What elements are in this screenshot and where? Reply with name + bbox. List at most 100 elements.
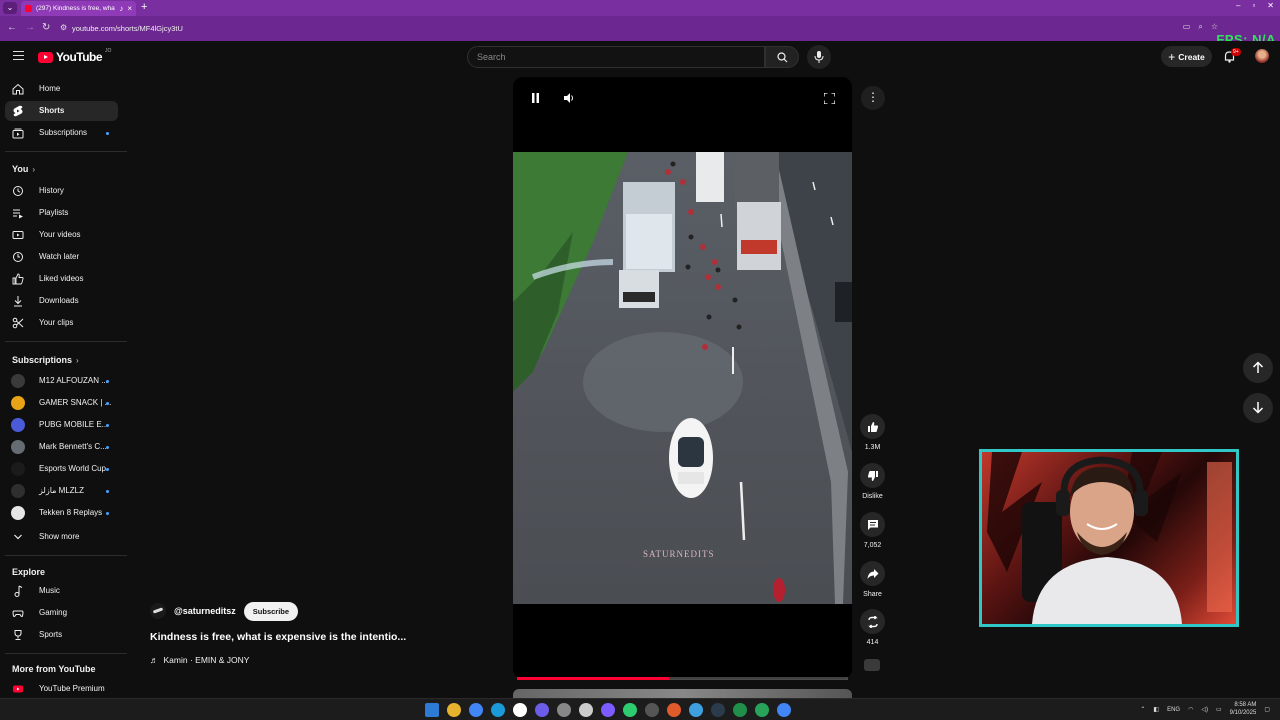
search-button[interactable] — [765, 46, 799, 68]
sound-thumbnail[interactable] — [864, 659, 880, 671]
minimize-icon[interactable]: – — [1236, 1, 1240, 10]
sidebar-item-subscription[interactable]: Esports World Cup — [5, 459, 118, 479]
channel-handle[interactable]: @saturneditsz — [174, 606, 236, 616]
sidebar-item-subscription[interactable]: مازلز MLZLZ — [5, 481, 118, 501]
next-short-button[interactable] — [1243, 393, 1273, 423]
sidebar-item-downloads[interactable]: Downloads — [5, 291, 118, 311]
shorts-player[interactable]: SATURNEDITS — [513, 77, 852, 679]
sidebar-item-your-videos[interactable]: Your videos — [5, 225, 118, 245]
short-title[interactable]: Kindness is free, what is expensive is t… — [150, 631, 406, 643]
sidebar-item-subscription[interactable]: M12 ALFOUZAN ... — [5, 371, 118, 391]
sidebar-item-youtube-premium[interactable]: YouTube Premium — [5, 679, 118, 699]
more-options-button[interactable]: ⋮ — [861, 86, 885, 110]
sidebar-item-label: Mark Bennett's C... — [39, 442, 107, 451]
create-button[interactable]: + Create — [1161, 46, 1212, 67]
menu-icon[interactable] — [13, 51, 24, 60]
youtube-premium-icon — [13, 685, 23, 693]
share-button[interactable]: Share — [860, 561, 885, 598]
sidebar-item-subscription[interactable]: PUBG MOBILE E... — [5, 415, 118, 435]
sidebar-item-home[interactable]: Home — [5, 79, 118, 99]
close-window-icon[interactable]: ✕ — [1267, 1, 1274, 10]
taskbar-app-icon[interactable] — [601, 703, 615, 717]
new-content-dot — [106, 468, 109, 471]
tray-chevron-icon[interactable]: ⌃ — [1140, 706, 1145, 713]
you-section-header[interactable]: You › — [12, 164, 35, 174]
show-more-button[interactable]: Show more — [5, 527, 118, 547]
previous-short-button[interactable] — [1243, 353, 1273, 383]
sidebar-item-history[interactable]: History — [5, 181, 118, 201]
tray-app-icon[interactable]: ◧ — [1153, 706, 1159, 713]
subscriptions-section-header[interactable]: Subscriptions › — [12, 355, 79, 365]
clock[interactable]: 8:58 AM 9/10/2025 — [1230, 702, 1257, 717]
taskbar-app-icon[interactable] — [711, 703, 725, 717]
taskbar-app-icon[interactable] — [535, 703, 549, 717]
tab-close-icon[interactable]: × — [127, 4, 132, 13]
taskbar-app-icon[interactable] — [667, 703, 681, 717]
fullscreen-icon[interactable] — [824, 93, 835, 104]
sidebar-item-gaming[interactable]: Gaming — [5, 603, 118, 623]
sidebar-item-subscription[interactable]: GAMER SNACK | ... — [5, 393, 118, 413]
volume-icon[interactable] — [564, 93, 575, 103]
remix-button[interactable]: 414 — [860, 609, 885, 646]
taskbar-app-icon[interactable] — [491, 703, 505, 717]
dislike-button[interactable]: Dislike — [860, 463, 885, 500]
youtube-play-icon — [38, 51, 53, 63]
music-row[interactable]: ♬ Kamin · EMIN & JONY — [150, 655, 249, 665]
like-button[interactable]: 1.3M — [860, 414, 885, 451]
next-short-preview[interactable] — [513, 689, 852, 698]
taskbar-app-icon[interactable] — [733, 703, 747, 717]
sidebar-item-subscription[interactable]: Mark Bennett's C... — [5, 437, 118, 457]
pause-icon[interactable] — [531, 93, 540, 103]
sidebar-item-subscription[interactable]: Tekken 8 Replays — [5, 503, 118, 523]
taskbar-app-icon[interactable] — [777, 703, 791, 717]
sidebar-item-sports[interactable]: Sports — [5, 625, 118, 645]
back-icon[interactable]: ← — [7, 22, 17, 33]
speaker-icon[interactable]: ◁) — [1201, 706, 1208, 713]
notification-center-icon[interactable]: ▢ — [1264, 706, 1270, 713]
taskbar-app-icon[interactable] — [755, 703, 769, 717]
sidebar-item-liked-videos[interactable]: Liked videos — [5, 269, 118, 289]
address-bar: ← → ↻ ⚙ youtube.com/shorts/MF4lGjcy3tU ▭… — [0, 16, 1280, 47]
forward-icon[interactable]: → — [25, 22, 35, 33]
youtube-logo[interactable]: YouTube JO — [38, 48, 111, 64]
sidebar-item-watch-later[interactable]: Watch later — [5, 247, 118, 267]
comments-button[interactable]: 7,052 — [860, 512, 885, 549]
wifi-icon[interactable]: ◠ — [1188, 706, 1193, 713]
video-frame[interactable]: SATURNEDITS — [513, 152, 852, 604]
url-field[interactable]: youtube.com/shorts/MF4lGjcy3tU — [72, 21, 1172, 36]
language-indicator[interactable]: ENG — [1167, 707, 1180, 713]
bookmark-star-icon[interactable]: ☆ — [1211, 22, 1218, 32]
sidebar-item-playlists[interactable]: Playlists — [5, 203, 118, 223]
new-tab-button[interactable]: + — [141, 1, 147, 13]
taskbar-app-icon[interactable] — [557, 703, 571, 717]
sidebar-item-your-clips[interactable]: Your clips — [5, 313, 118, 333]
account-avatar[interactable] — [1255, 49, 1269, 63]
maximize-icon[interactable]: ▫ — [1252, 1, 1255, 10]
cast-icon[interactable]: ▭ — [1183, 22, 1191, 32]
arrow-down-icon — [1252, 402, 1264, 414]
taskbar-app-icon[interactable] — [579, 703, 593, 717]
sidebar-item-shorts[interactable]: Shorts — [5, 101, 118, 121]
taskbar-app-icon[interactable] — [425, 703, 439, 717]
remix-icon — [867, 615, 878, 628]
reload-icon[interactable]: ↻ — [42, 22, 50, 33]
browser-tab[interactable]: (297) Kindness is free, what is expensiv… — [21, 1, 136, 16]
channel-avatar[interactable] — [150, 603, 166, 619]
voice-search-button[interactable] — [807, 45, 831, 69]
tab-menu-button[interactable]: ⌄ — [3, 2, 17, 14]
sidebar-item-subscriptions[interactable]: Subscriptions — [5, 123, 118, 143]
taskbar-app-icon[interactable] — [645, 703, 659, 717]
taskbar-app-icon[interactable] — [447, 703, 461, 717]
taskbar-app-icon[interactable] — [513, 703, 527, 717]
taskbar-app-icon[interactable] — [623, 703, 637, 717]
taskbar-app-icon[interactable] — [469, 703, 483, 717]
battery-icon[interactable]: ▭ — [1216, 706, 1222, 713]
zoom-icon[interactable]: ⌕ — [1198, 22, 1202, 32]
microphone-icon — [814, 51, 824, 63]
subscribe-button[interactable]: Subscribe — [243, 601, 299, 621]
tab-audio-icon[interactable]: ♪ — [119, 4, 123, 13]
site-info-icon[interactable]: ⚙ — [60, 23, 67, 32]
sidebar-item-music[interactable]: Music — [5, 581, 118, 601]
search-input[interactable]: Search — [467, 46, 765, 68]
taskbar-app-icon[interactable] — [689, 703, 703, 717]
